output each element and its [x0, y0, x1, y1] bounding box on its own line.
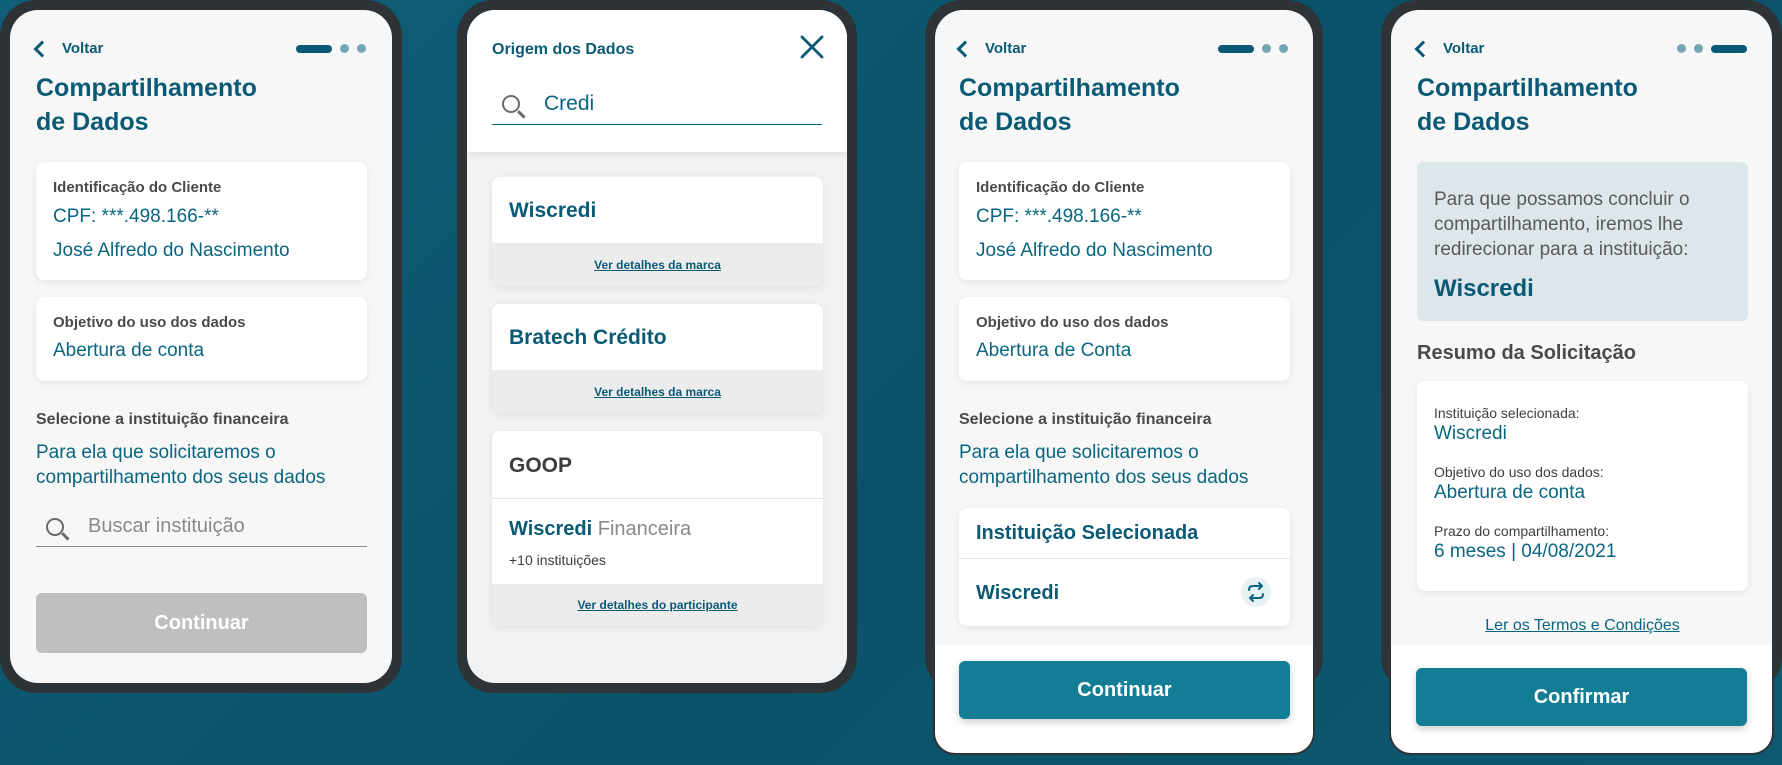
select-institution-title: Selecione a instituição financeira: [36, 411, 289, 428]
client-cpf: CPF: ***.498.166-**: [53, 206, 219, 227]
client-cpf: CPF: ***.498.166-**: [976, 206, 1142, 227]
client-id-label: Identificação do Cliente: [976, 179, 1145, 196]
screen-2: Origem dos Dados Credi Wiscredi Ver deta…: [467, 10, 847, 683]
participant-details-link[interactable]: Ver detalhes do participante: [492, 598, 823, 612]
chevron-left-icon: [33, 40, 51, 57]
divider: [959, 558, 1290, 559]
screen-3: Voltar Compartilhamento de Dados Identif…: [935, 10, 1313, 683]
screen-1: Voltar Compartilhamento de Dados Identif…: [10, 10, 392, 683]
phone-screen-2: Origem dos Dados Credi Wiscredi Ver deta…: [457, 0, 857, 693]
search-icon: [502, 95, 520, 113]
client-name: José Alfredo do Nascimento: [976, 240, 1213, 261]
continue-label: Continuar: [1077, 678, 1172, 701]
data-origin-search-input[interactable]: Credi: [492, 92, 822, 125]
purpose-card: Objetivo do uso dos dados Abertura de Co…: [959, 297, 1290, 381]
back-label: Voltar: [985, 40, 1027, 57]
participant-footer: Ver detalhes do participante: [492, 584, 823, 626]
back-button[interactable]: Voltar: [956, 40, 1027, 57]
participant-count: +10 instituições: [509, 552, 606, 568]
progress-step-active: [1711, 44, 1747, 53]
client-id-label: Identificação do Cliente: [53, 179, 222, 196]
page-title: Compartilhamento de Dados: [36, 74, 257, 136]
participant-card-goop[interactable]: GOOP Wiscredi Financeira +10 instituiçõe…: [492, 431, 823, 626]
result-footer: Ver detalhes da marca: [492, 370, 823, 413]
term-value: 6 meses | 04/08/2021: [1434, 541, 1617, 562]
confirm-label: Confirmar: [1533, 685, 1630, 708]
client-name: José Alfredo do Nascimento: [53, 240, 290, 261]
continue-label: Continuar: [154, 611, 249, 634]
purpose-label: Objetivo do uso dos dados: [976, 314, 1169, 331]
search-header: Origem dos Dados Credi: [467, 10, 847, 152]
result-name: Wiscredi: [509, 199, 597, 222]
progress-indicator: [1218, 44, 1288, 53]
back-button[interactable]: Voltar: [33, 40, 104, 57]
search-icon: [46, 517, 64, 536]
continue-button[interactable]: Continuar: [36, 593, 367, 653]
back-label: Voltar: [1443, 40, 1485, 57]
progress-step: [1279, 44, 1288, 53]
term-label: Prazo do compartilhamento:: [1434, 523, 1610, 539]
result-footer: Ver detalhes da marca: [492, 243, 823, 286]
modal-title: Origem dos Dados: [492, 41, 635, 58]
selected-institution-name: Wiscredi: [976, 582, 1060, 604]
institution-search-input[interactable]: Buscar instituição: [36, 515, 367, 547]
summary-title: Resumo da Solicitação: [1417, 342, 1636, 364]
screen-4: Voltar Compartilhamento de Dados Para qu…: [1391, 10, 1772, 683]
client-id-card: Identificação do Cliente CPF: ***.498.16…: [959, 162, 1290, 280]
select-institution-info: Para ela que solicitaremos o compartilha…: [36, 442, 326, 488]
client-id-card: Identificação do Cliente CPF: ***.498.16…: [36, 162, 367, 280]
progress-step: [357, 44, 366, 53]
progress-step: [1262, 44, 1271, 53]
back-label: Voltar: [62, 40, 104, 57]
progress-indicator: [296, 44, 366, 53]
phone-screen-4: Voltar Compartilhamento de Dados Para qu…: [1381, 0, 1782, 693]
progress-step: [340, 44, 349, 53]
participant-brand: Wiscredi Financeira: [509, 518, 692, 540]
select-institution-info: Para ela que solicitaremos o compartilha…: [959, 442, 1249, 488]
institution-value: Wiscredi: [1434, 423, 1507, 444]
redirect-info-box: Para que possamos concluir o compartilha…: [1417, 162, 1748, 321]
chevron-left-icon: [956, 40, 974, 57]
selected-institution-title: Instituição Selecionada: [976, 522, 1199, 544]
phone-screen-3: Voltar Compartilhamento de Dados Identif…: [925, 0, 1323, 693]
confirm-button[interactable]: Confirmar: [1416, 668, 1747, 726]
brand-details-link[interactable]: Ver detalhes da marca: [492, 385, 823, 399]
redirect-institution: Wiscredi: [1434, 275, 1534, 302]
brand-details-link[interactable]: Ver detalhes da marca: [492, 258, 823, 272]
result-card-wiscredi[interactable]: Wiscredi Ver detalhes da marca: [492, 177, 823, 286]
redirect-message: Para que possamos concluir o compartilha…: [1434, 189, 1690, 260]
terms-link[interactable]: Ler os Termos e Condições: [1417, 617, 1748, 635]
progress-step: [1677, 44, 1686, 53]
participant-name: GOOP: [509, 454, 573, 477]
purpose-value: Abertura de conta: [53, 340, 205, 361]
progress-step-active: [296, 44, 332, 53]
phone-screen-1: Voltar Compartilhamento de Dados Identif…: [0, 0, 402, 693]
result-card-bratech[interactable]: Bratech Crédito Ver detalhes da marca: [492, 304, 823, 413]
progress-indicator: [1677, 44, 1747, 53]
select-institution-title: Selecione a instituição financeira: [959, 411, 1212, 428]
page-title: Compartilhamento de Dados: [959, 74, 1180, 136]
purpose-label: Objetivo do uso dos dados:: [1434, 464, 1604, 480]
purpose-card: Objetivo do uso dos dados Abertura de co…: [36, 297, 367, 381]
progress-step-active: [1218, 44, 1254, 53]
summary-card: Instituição selecionada: Wiscredi Objeti…: [1417, 381, 1748, 591]
purpose-value: Abertura de conta: [1434, 482, 1586, 503]
swap-icon[interactable]: [1241, 577, 1271, 607]
purpose-label: Objetivo do uso dos dados: [53, 314, 246, 331]
result-name: Bratech Crédito: [509, 326, 667, 349]
continue-button[interactable]: Continuar: [959, 661, 1290, 719]
close-icon[interactable]: [799, 34, 825, 60]
purpose-value: Abertura de Conta: [976, 340, 1132, 361]
selected-institution-card: Instituição Selecionada Wiscredi: [959, 508, 1290, 626]
progress-step: [1694, 44, 1703, 53]
search-value: Credi: [544, 92, 595, 115]
back-button[interactable]: Voltar: [1414, 40, 1485, 57]
divider: [492, 498, 823, 499]
search-placeholder: Buscar instituição: [88, 515, 245, 537]
chevron-left-icon: [1414, 40, 1432, 57]
institution-label: Instituição selecionada:: [1434, 405, 1580, 421]
page-title: Compartilhamento de Dados: [1417, 74, 1638, 136]
